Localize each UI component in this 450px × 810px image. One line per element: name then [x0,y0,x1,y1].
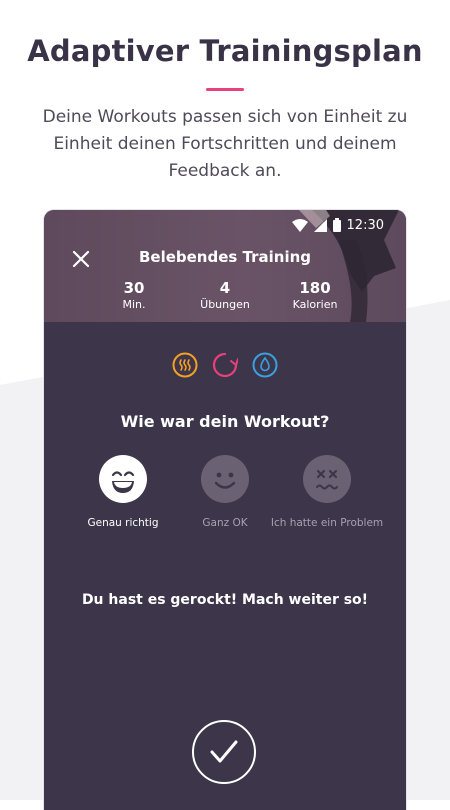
cellular-signal-icon [313,218,327,232]
stat-exercises: 4 Übungen [180,279,270,312]
smiling-face-icon[interactable] [201,455,249,503]
workout-title: Belebendes Training [138,248,312,266]
stat-value: 180 [299,279,331,297]
promo-title: Adaptiver Trainingsplan [27,34,423,68]
workout-stats: 30 Min. 4 Übungen 180 Kalorien [44,279,406,313]
wifi-icon [291,218,308,232]
stat-duration: 30 Min. [89,279,179,312]
stat-label: Übungen [200,298,250,311]
accent-divider [206,88,244,91]
battery-icon [332,218,341,232]
stat-label: Min. [122,298,146,311]
status-bar: 12:30 [291,216,384,234]
confirm-button[interactable] [192,720,256,784]
grinning-face-icon[interactable] [99,455,147,503]
rating-option-problem[interactable]: Ich hatte ein Problem [267,455,387,529]
stat-calories: 180 Kalorien [270,279,360,312]
water-drop-icon [252,352,278,378]
stat-label: Kalorien [292,298,338,311]
stat-value: 30 [123,279,145,297]
workout-header: 12:30 Belebendes Training 30 Min. 4 Übun… [44,210,406,322]
phone-screen: 12:30 Belebendes Training 30 Min. 4 Übun… [44,210,406,810]
dizzy-face-icon[interactable] [303,455,351,503]
rating-label: Ich hatte ein Problem [270,517,384,529]
feedback-message: Du hast es gerockt! Mach weiter so! [81,592,369,608]
promo-description: Deine Workouts passen sich von Einheit z… [42,107,408,181]
status-time: 12:30 [346,217,384,233]
feedback-question: Wie war dein Workout? [120,412,330,431]
workout-category-icons [44,352,406,380]
refresh-icon [212,352,238,378]
heat-icon [172,352,198,378]
stat-value: 4 [219,279,231,297]
checkmark-icon [210,740,238,763]
